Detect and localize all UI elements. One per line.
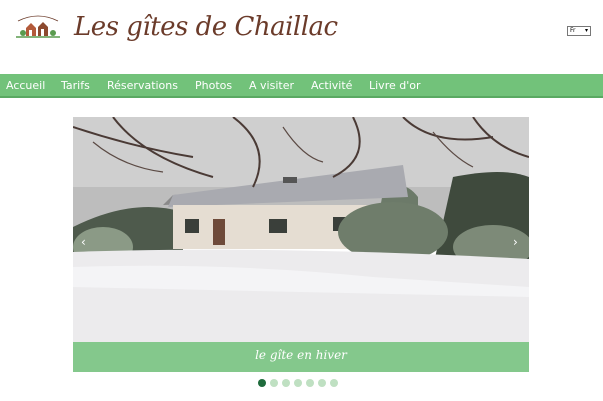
language-select[interactable]: Fr ▾ <box>567 26 591 36</box>
carousel-dot[interactable] <box>330 379 338 387</box>
house-logo-icon[interactable] <box>14 11 62 41</box>
carousel-dot[interactable] <box>294 379 302 387</box>
site-header: Les gîtes de Chaillac Fr ▾ <box>0 0 603 72</box>
carousel-dot[interactable] <box>306 379 314 387</box>
nav-item-accueil[interactable]: Accueil <box>6 79 45 92</box>
carousel-dot[interactable] <box>282 379 290 387</box>
photo-carousel[interactable]: ‹ › le gîte en hiver <box>73 117 529 372</box>
carousel-dot[interactable] <box>258 379 266 387</box>
nav-item-tarifs[interactable]: Tarifs <box>61 79 90 92</box>
nav-item-reservations[interactable]: Réservations <box>107 79 178 92</box>
carousel-dot[interactable] <box>318 379 326 387</box>
carousel-dot[interactable] <box>270 379 278 387</box>
nav-item-photos[interactable]: Photos <box>195 79 232 92</box>
main-nav: Accueil Tarifs Réservations Photos A vis… <box>0 74 603 98</box>
caption-band: le gîte en hiver <box>73 342 529 372</box>
chevron-right-icon[interactable]: › <box>513 235 518 249</box>
nav-item-a-visiter[interactable]: A visiter <box>249 79 294 92</box>
slide-image-gite-winter <box>73 117 529 372</box>
site-title[interactable]: Les gîtes de Chaillac <box>74 12 338 42</box>
nav-item-livre-d-or[interactable]: Livre d'or <box>369 79 421 92</box>
chevron-left-icon[interactable]: ‹ <box>81 235 86 249</box>
nav-item-activite[interactable]: Activité <box>311 79 352 92</box>
chevron-down-icon: ▾ <box>584 27 588 34</box>
language-selected-value: Fr <box>570 27 576 34</box>
slide-caption: le gîte en hiver <box>255 348 347 362</box>
